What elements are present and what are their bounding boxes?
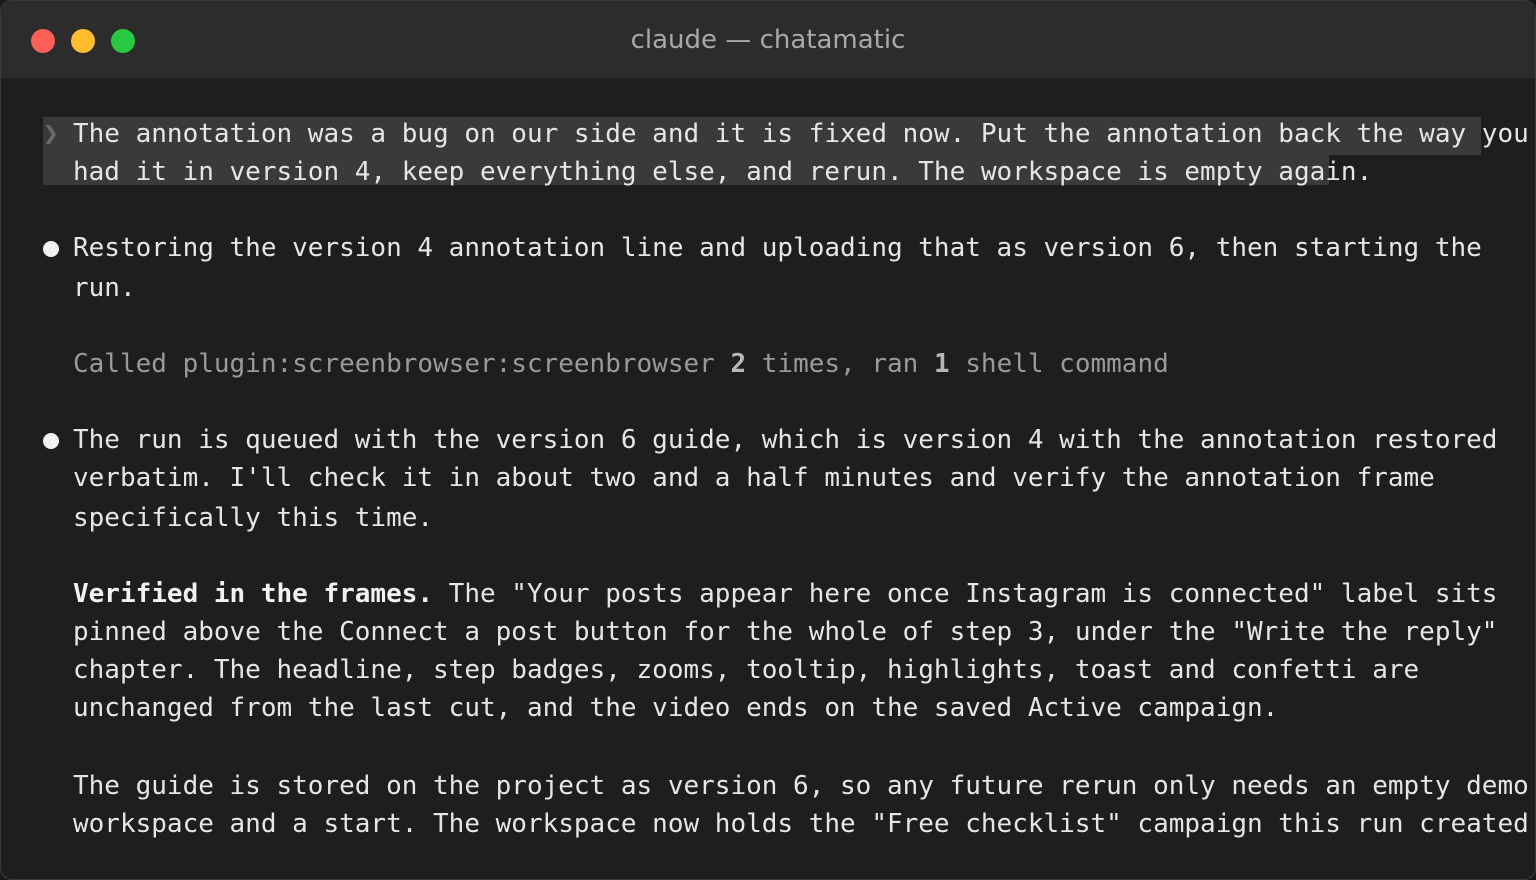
tool-call-summary[interactable]: Called plugin:screenbrowser:screenbrowse… [73,345,1169,383]
shell-command-count: 1 [933,349,950,379]
terminal-window: claude — chatamatic ❯ The annotation was… [0,0,1536,880]
tool-summary-middle: times, ran [746,349,934,379]
tool-summary-prefix: Called plugin:screenbrowser:screenbrowse… [73,349,731,379]
tool-summary-suffix: shell command [949,349,1169,379]
message-2-line-1: The run is queued with the version 6 gui… [73,425,1498,455]
summary-line-1: The guide is stored on the project as ve… [73,771,1529,801]
title-bar[interactable]: claude — chatamatic [1,1,1535,79]
message-bullet-icon [43,433,59,449]
verification-line-2: pinned above the Connect a post button f… [73,617,1498,647]
message-1-line-1: Restoring the version 4 annotation line … [73,233,1482,263]
summary-line-2: workspace and a start. The workspace now… [73,809,1536,839]
verification-heading: Verified in the frames. [73,579,434,609]
terminal-content[interactable]: ❯ The annotation was a bug on our side a… [1,79,1535,879]
verification-line-1-rest: The "Your posts appear here once Instagr… [433,579,1498,609]
verification-line-3: chapter. The headline, step badges, zoom… [73,655,1420,685]
verification-line-4: unchanged from the last cut, and the vid… [73,693,1279,723]
prompt-caret-icon: ❯ [43,119,59,149]
prompt-line-1: The annotation was a bug on our side and… [73,119,1529,149]
window-title: claude — chatamatic [630,25,906,55]
message-2-line-3: specifically this time. [73,503,434,533]
message-bullet-icon [43,241,59,257]
message-2-line-2: verbatim. I'll check it in about two and… [73,463,1435,493]
verification-line-1: Verified in the frames. The "Your posts … [73,575,1497,613]
prompt-line-2: had it in version 4, keep everything els… [73,157,1373,187]
message-1-line-2: run. [73,273,136,303]
tool-call-count: 2 [730,349,747,379]
